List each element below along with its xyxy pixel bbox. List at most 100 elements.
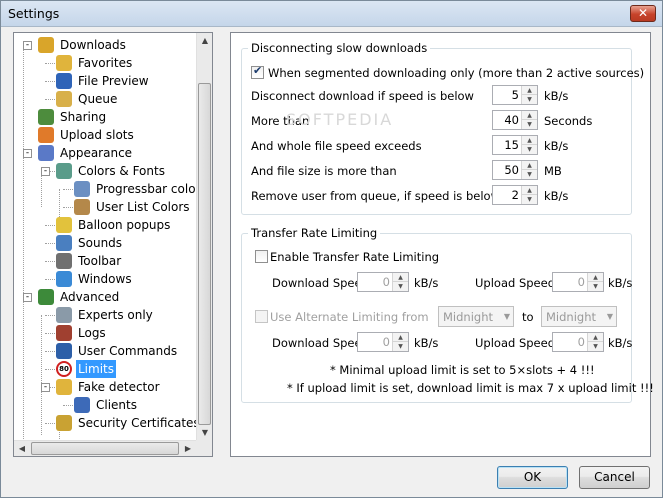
tree-item-label: Sounds [78, 236, 123, 250]
speed-below-unit: kB/s [544, 89, 569, 103]
ok-button[interactable]: OK [497, 466, 568, 489]
upload-limit-note: * Minimal upload limit is set to 5×slots… [330, 363, 595, 377]
more-than-unit: Seconds [544, 114, 593, 128]
tree-guide-line [41, 171, 42, 207]
file-speed-stepper[interactable]: 15 ▲ ▼ [492, 135, 538, 155]
tree-connector [63, 207, 73, 208]
tree-item-label: Clients [96, 398, 137, 412]
upload-speed-stepper[interactable]: 0 ▲ ▼ [552, 272, 604, 292]
favorites-icon [56, 55, 72, 71]
limits-icon: 80 [56, 361, 72, 377]
file-size-stepper[interactable]: 50 ▲ ▼ [492, 160, 538, 180]
download-speed-label: Download Speed [272, 276, 369, 290]
enable-rate-limit-checkbox[interactable] [255, 250, 268, 263]
download-speed-value: 0 [382, 275, 390, 289]
stepper-up-icon[interactable]: ▲ [522, 186, 537, 195]
alt-upload-speed-label: Upload Speed [475, 336, 556, 350]
tree-item-label: Logs [78, 326, 106, 340]
more-than-stepper[interactable]: 40 ▲ ▼ [492, 110, 538, 130]
file-speed-value: 15 [504, 138, 519, 152]
alt-upload-speed-unit: kB/s [608, 336, 633, 350]
collapse-icon[interactable]: - [41, 383, 50, 392]
tree-item-label: Advanced [60, 290, 120, 304]
tree-item-label: Downloads [60, 38, 126, 52]
stepper-up-icon[interactable]: ▲ [522, 111, 537, 120]
stepper-down-icon[interactable]: ▼ [588, 342, 603, 351]
scroll-thumb[interactable] [198, 83, 211, 425]
tree-item-label: Appearance [60, 146, 133, 160]
alt-download-speed-label: Download Speed [272, 336, 369, 350]
alternate-limit-checkbox[interactable] [255, 310, 268, 323]
collapse-icon[interactable]: - [41, 167, 50, 176]
chevron-down-icon: ▼ [503, 312, 510, 321]
stepper-down-icon[interactable]: ▼ [522, 195, 537, 204]
collapse-icon[interactable]: - [23, 149, 32, 158]
collapse-icon[interactable]: - [23, 41, 32, 50]
enable-rate-limit-label: Enable Transfer Rate Limiting [270, 250, 440, 264]
scroll-right-arrow-icon[interactable]: ▶ [180, 441, 196, 456]
file-speed-label: And whole file speed exceeds [251, 139, 422, 153]
stepper-up-icon[interactable]: ▲ [588, 273, 603, 282]
stepper-down-icon[interactable]: ▼ [393, 342, 408, 351]
slow-downloads-title: Disconnecting slow downloads [248, 41, 431, 55]
close-button[interactable]: ✕ [630, 5, 656, 22]
advanced-icon [38, 289, 54, 305]
scroll-down-arrow-icon[interactable]: ▼ [197, 425, 212, 441]
upload-speed-unit: kB/s [608, 276, 633, 290]
fake-detector-icon [56, 379, 72, 395]
cancel-button[interactable]: Cancel [579, 466, 650, 489]
alt-download-speed-stepper[interactable]: 0 ▲ ▼ [357, 332, 409, 352]
more-than-value: 40 [504, 113, 519, 127]
tree-connector [45, 63, 55, 64]
settings-window: Settings ✕ Downloads - Favorites File Previ… [0, 0, 663, 498]
tree-item-label: Toolbar [78, 254, 122, 268]
clients-icon [74, 397, 90, 413]
stepper-down-icon[interactable]: ▼ [522, 95, 537, 104]
stepper-up-icon[interactable]: ▲ [588, 333, 603, 342]
scroll-left-arrow-icon[interactable]: ◀ [14, 441, 30, 456]
remove-user-stepper[interactable]: 2 ▲ ▼ [492, 185, 538, 205]
alternate-to-value: Midnight [546, 310, 596, 324]
stepper-down-icon[interactable]: ▼ [522, 145, 537, 154]
queue-icon [56, 91, 72, 107]
segmented-only-label: When segmented downloading only (more th… [268, 66, 645, 80]
tree-connector [45, 99, 55, 100]
stepper-down-icon[interactable]: ▼ [393, 282, 408, 291]
tree-item-label: File Preview [78, 74, 149, 88]
sharing-icon [38, 109, 54, 125]
stepper-up-icon[interactable]: ▲ [522, 161, 537, 170]
download-speed-stepper[interactable]: 0 ▲ ▼ [357, 272, 409, 292]
limits-page: Disconnecting slow downloads When segmen… [230, 32, 654, 457]
tree-item-label: Experts only [78, 308, 153, 322]
stepper-up-icon[interactable]: ▲ [522, 86, 537, 95]
stepper-down-icon[interactable]: ▼ [522, 120, 537, 129]
tree-connector [45, 369, 55, 370]
download-limit-note: * If upload limit is set, download limit… [287, 381, 654, 395]
alternate-from-select[interactable]: Midnight ▼ [438, 306, 514, 327]
scroll-up-arrow-icon[interactable]: ▲ [197, 33, 212, 49]
alternate-to-select[interactable]: Midnight ▼ [541, 306, 617, 327]
collapse-icon[interactable]: - [23, 293, 32, 302]
settings-tree[interactable]: Downloads - Favorites File Preview Queue Shar… [13, 32, 213, 457]
tree-item-label: User Commands [78, 344, 178, 358]
file-size-label: And file size is more than [251, 164, 397, 178]
upload-speed-label: Upload Speed [475, 276, 556, 290]
file-size-value: 50 [504, 163, 519, 177]
logs-icon [56, 325, 72, 341]
segmented-only-checkbox[interactable] [251, 64, 264, 79]
alt-upload-speed-stepper[interactable]: 0 ▲ ▼ [552, 332, 604, 352]
speed-below-stepper[interactable]: 5 ▲ ▼ [492, 85, 538, 105]
experts-only-icon [56, 307, 72, 323]
downloads-icon [38, 37, 54, 53]
title-bar: Settings ✕ [1, 1, 662, 27]
remove-user-value: 2 [511, 188, 519, 202]
stepper-up-icon[interactable]: ▲ [393, 273, 408, 282]
tree-horizontal-scrollbar[interactable]: ◀ ▶ [14, 440, 196, 456]
stepper-up-icon[interactable]: ▲ [393, 333, 408, 342]
stepper-up-icon[interactable]: ▲ [522, 136, 537, 145]
balloon-popups-icon [56, 217, 72, 233]
tree-vertical-scrollbar[interactable]: ▲ ▼ [196, 33, 212, 441]
hscroll-thumb[interactable] [31, 442, 179, 455]
stepper-down-icon[interactable]: ▼ [522, 170, 537, 179]
stepper-down-icon[interactable]: ▼ [588, 282, 603, 291]
